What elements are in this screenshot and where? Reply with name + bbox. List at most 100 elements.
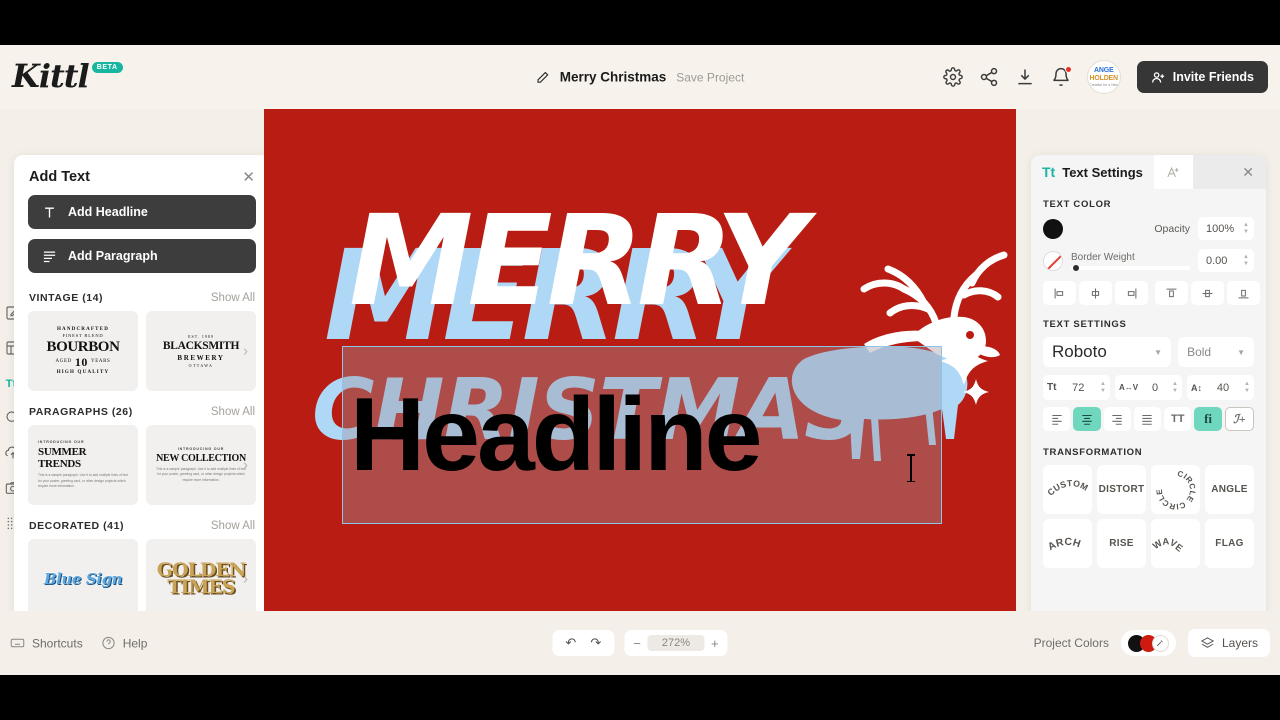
brand-logo[interactable]: Kittl BETA (12, 57, 123, 95)
template-card-new-collection[interactable]: INTRODUCING OUR NEW COLLECTION This is a… (146, 425, 256, 505)
gear-icon[interactable] (942, 67, 963, 87)
font-size-stepper[interactable]: ▲ ▼ (1100, 381, 1106, 394)
align-left-icon[interactable] (1043, 281, 1076, 305)
footer-left: Shortcuts Help (10, 636, 147, 651)
add-headline-button[interactable]: Add Headline (28, 195, 256, 229)
template-card-bourbon[interactable]: HANDCRAFTED FINEST BLEND BOURBON AGED 10… (28, 311, 138, 391)
font-family-value: Roboto (1052, 342, 1107, 361)
uppercase-icon[interactable]: TT (1164, 407, 1192, 431)
transform-angle[interactable]: ANGLE (1205, 465, 1254, 514)
text-color-row: Opacity 100% ▲ ▼ (1043, 217, 1254, 240)
share-icon[interactable] (979, 67, 999, 87)
letter-spacing-stepper[interactable]: ▲ ▼ (1172, 381, 1178, 394)
text-align-right-icon[interactable] (1103, 407, 1131, 431)
redo-icon[interactable]: ↷ (590, 635, 601, 651)
transformation-grid: CUSTOM DISTORT CIRCLE CIRCLE ANGLE ARCH … (1043, 465, 1254, 568)
pencil-icon (537, 71, 549, 83)
line-height-value: 40 (1216, 381, 1230, 394)
align-middle-icon[interactable] (1191, 281, 1224, 305)
avatar[interactable]: ANGE HOLDEN Creative for a New (1086, 60, 1121, 94)
template-card-summer-trends[interactable]: INTRODUCING OUR SUMMER TRENDS This is a … (28, 425, 138, 505)
font-family-select[interactable]: Roboto ▼ (1043, 337, 1172, 367)
text-align-left-icon[interactable] (1043, 407, 1071, 431)
transform-flag[interactable]: FLAG (1205, 519, 1254, 568)
template-card-blacksmith[interactable]: EST. 1989 BLACKSMITH BREWERY OTTAWA › (146, 311, 256, 391)
align-bottom-icon[interactable] (1227, 281, 1260, 305)
letter-spacing-value: 0 (1152, 381, 1159, 394)
border-color-swatch[interactable] (1043, 250, 1063, 271)
shortcuts-button[interactable]: Shortcuts (10, 636, 83, 651)
show-all-link[interactable]: Show All (211, 520, 255, 532)
letter-spacing-input[interactable]: A↔V 0 ▲ ▼ (1115, 375, 1182, 400)
transform-arch-art: ARCH (1046, 536, 1081, 552)
font-metrics-row: Tt 72 ▲ ▼ A↔V 0 ▲ ▼ A↕ 40 ▲ ▼ (1043, 375, 1254, 400)
show-all-link[interactable]: Show All (211, 406, 255, 418)
line-height-input[interactable]: A↕ 40 ▲ ▼ (1187, 375, 1254, 400)
zoom-value[interactable]: 272% (647, 635, 704, 651)
transform-circle[interactable]: CIRCLE CIRCLE (1151, 465, 1200, 514)
layers-button[interactable]: Layers (1187, 629, 1270, 657)
tab-effects[interactable] (1153, 155, 1193, 189)
color-swatch-white[interactable] (1151, 634, 1169, 652)
close-icon[interactable]: ✕ (242, 170, 255, 185)
transform-wave[interactable]: WAVE (1151, 519, 1200, 568)
text-color-swatch[interactable] (1043, 218, 1063, 239)
font-weight-select[interactable]: Bold ▼ (1178, 337, 1254, 367)
panel-title: Add Text (29, 169, 90, 185)
border-weight-stepper[interactable]: ▲ ▼ (1243, 254, 1249, 267)
add-font-icon[interactable]: ℐ+ (1224, 407, 1254, 431)
chevron-right-icon[interactable]: › (243, 457, 248, 474)
tab-text-settings[interactable]: Tt Text Settings (1031, 155, 1154, 189)
zoom-out-button[interactable]: − (633, 636, 641, 651)
card-left: AGED (55, 359, 72, 365)
save-project-label[interactable]: Save Project (676, 70, 744, 84)
document-name[interactable]: Merry Christmas (560, 70, 667, 85)
transform-flag-label: FLAG (1215, 538, 1244, 549)
line-height-stepper[interactable]: ▲ ▼ (1244, 381, 1250, 394)
transform-arch[interactable]: ARCH (1043, 519, 1092, 568)
opacity-input[interactable]: 100% ▲ ▼ (1198, 217, 1254, 240)
font-size-value: 72 (1072, 381, 1085, 394)
transform-rise[interactable]: RISE (1097, 519, 1146, 568)
chevron-right-icon[interactable]: › (243, 343, 248, 360)
add-paragraph-button[interactable]: Add Paragraph (28, 239, 256, 273)
align-right-icon[interactable] (1115, 281, 1148, 305)
slider-knob[interactable] (1073, 264, 1079, 271)
font-size-input[interactable]: Tt 72 ▲ ▼ (1043, 375, 1110, 400)
document-title-group[interactable]: Merry Christmas Save Project (536, 70, 744, 85)
zoom-in-button[interactable]: + (711, 636, 719, 651)
show-all-link[interactable]: Show All (211, 292, 255, 304)
invite-friends-button[interactable]: Invite Friends (1136, 61, 1268, 93)
opacity-value: 100% (1206, 222, 1235, 235)
transform-custom[interactable]: CUSTOM (1043, 465, 1092, 514)
letter-spacing-icon: A↔V (1119, 383, 1139, 392)
undo-redo-group: ↶ ↷ (552, 630, 615, 656)
card-mid: BREWERY (177, 353, 225, 362)
align-center-icon[interactable] (1079, 281, 1112, 305)
text-align-justify-icon[interactable] (1133, 407, 1162, 431)
transform-distort[interactable]: DISTORT (1097, 465, 1146, 514)
opacity-stepper[interactable]: ▲ ▼ (1243, 222, 1249, 235)
section-header: DECORATED (41) Show All (14, 511, 270, 539)
template-card-blue-sign[interactable]: Blue Sign (28, 539, 138, 619)
text-align-center-icon[interactable] (1073, 407, 1101, 431)
download-icon[interactable] (1015, 67, 1035, 87)
close-icon[interactable]: ✕ (1230, 155, 1266, 189)
undo-icon[interactable]: ↶ (565, 635, 576, 651)
chevron-right-icon[interactable]: › (243, 571, 248, 588)
card-kicker: INTRODUCING OUR (38, 440, 85, 445)
font-weight-value: Bold (1187, 345, 1212, 359)
card-title: SUMMER TRENDS (38, 446, 87, 471)
ligature-icon[interactable]: fi (1194, 407, 1222, 431)
question-mark-icon (102, 636, 115, 650)
card-main: BOURBON (46, 338, 120, 355)
design-canvas[interactable]: MERRY CHRISTMAS MERRY Headline (264, 109, 1016, 611)
help-button[interactable]: Help (101, 636, 147, 651)
canvas-headline-text[interactable]: Headline (342, 346, 942, 524)
border-weight-input[interactable]: 0.00 ▲ ▼ (1198, 249, 1254, 272)
template-card-golden-times[interactable]: GOLDEN TIMES › (146, 539, 256, 619)
align-top-icon[interactable] (1155, 281, 1188, 305)
project-colors-swatches[interactable] (1120, 630, 1176, 656)
notification-wrapper[interactable] (1051, 66, 1072, 87)
border-weight-slider[interactable] (1071, 264, 1190, 271)
